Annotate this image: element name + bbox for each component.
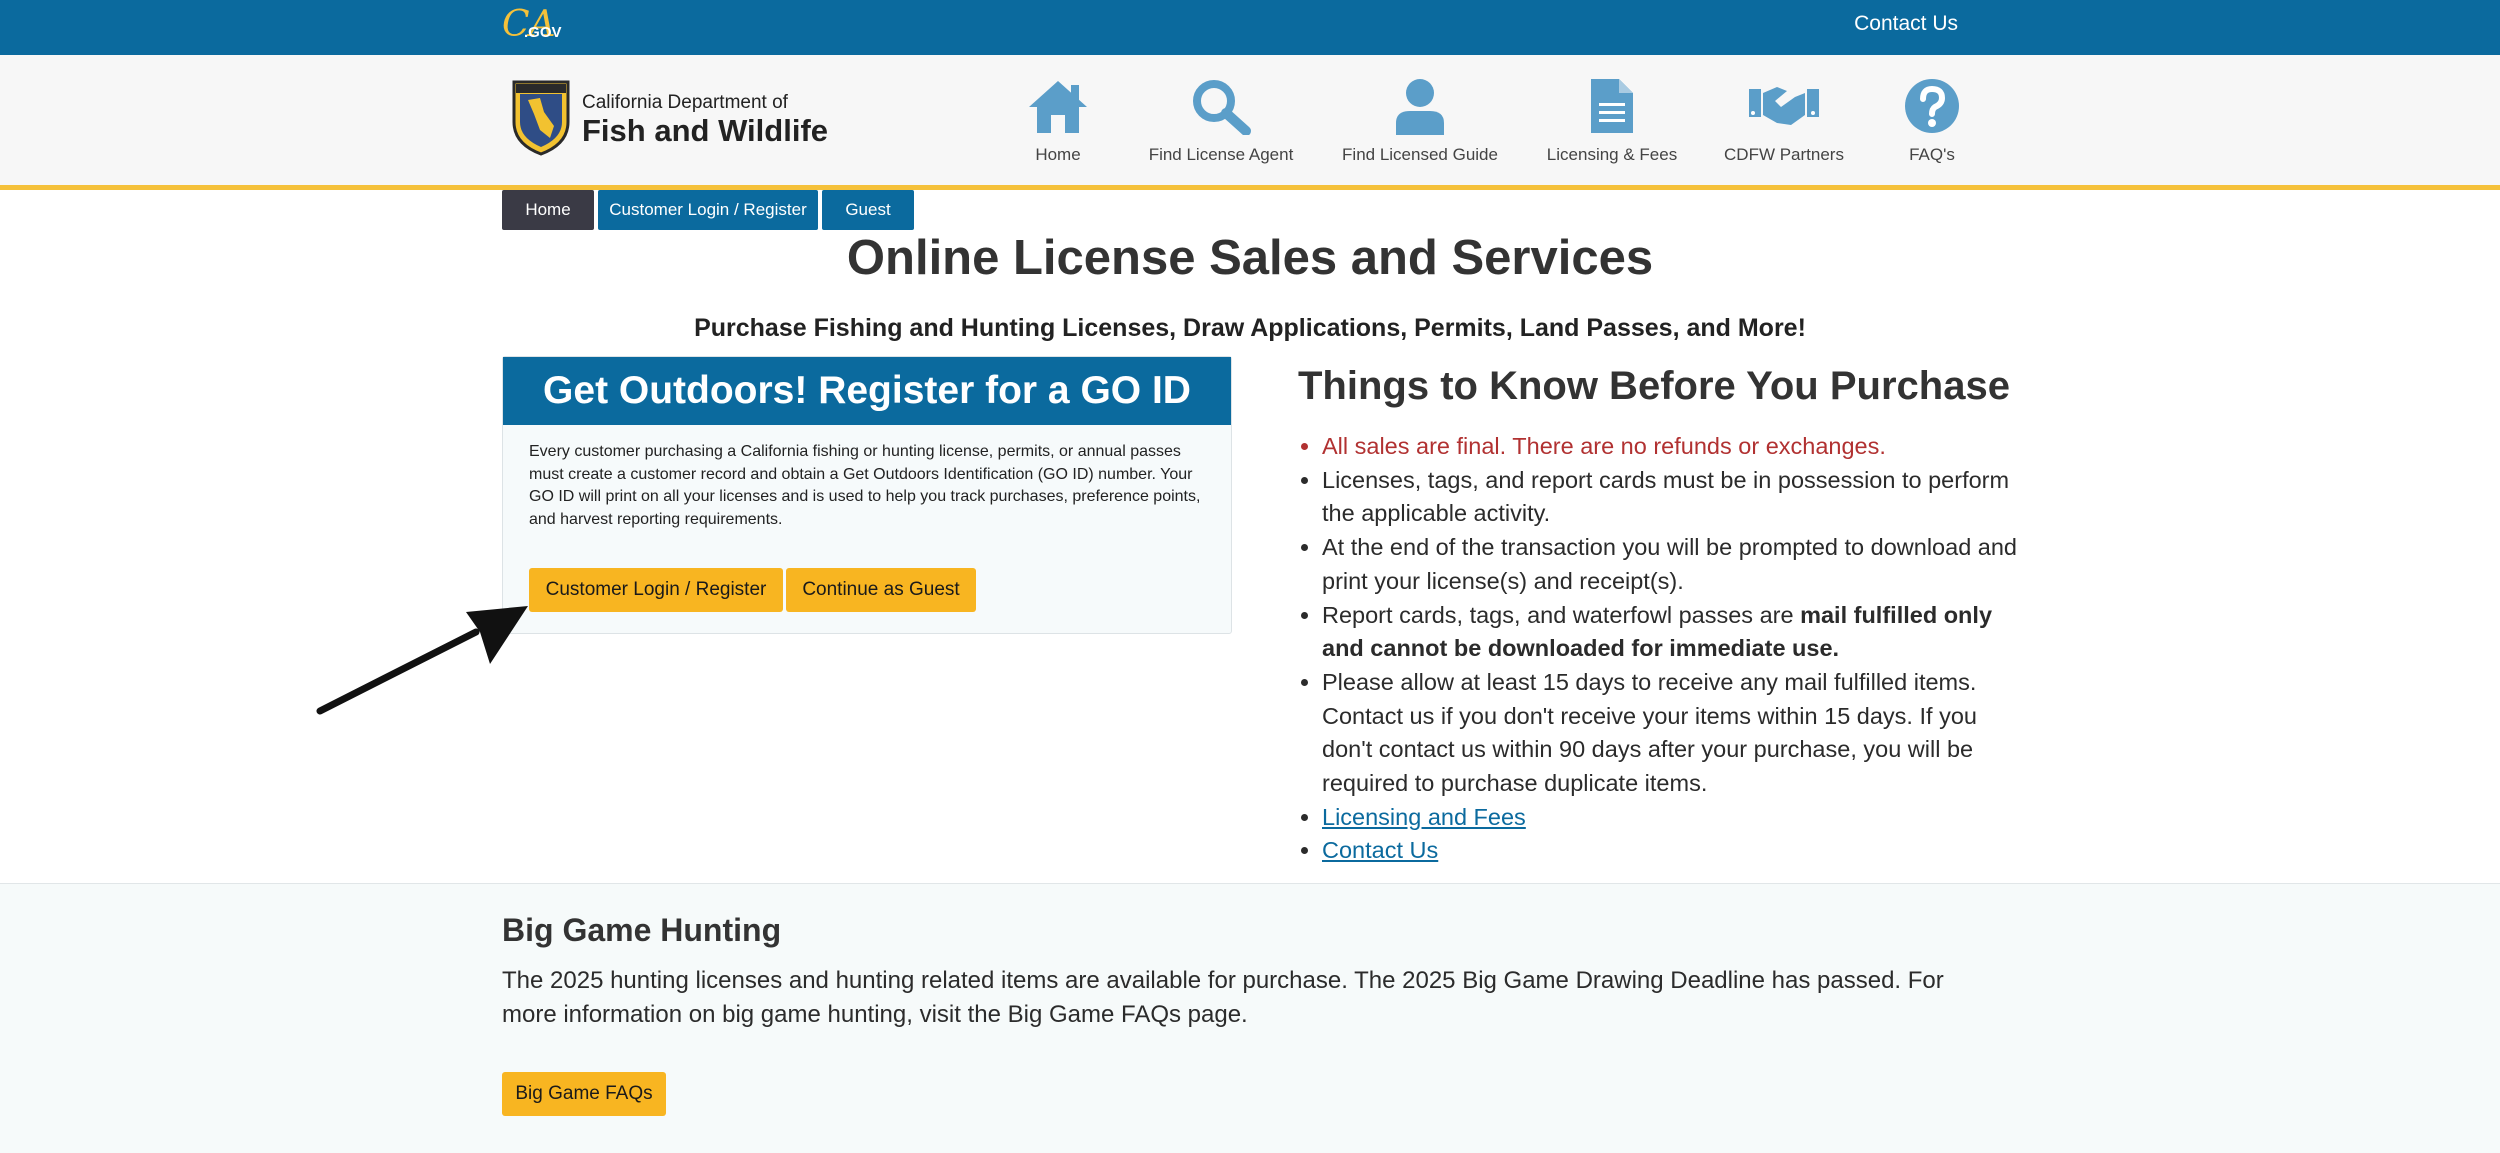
nav-find-license-agent-label: Find License Agent xyxy=(1148,145,1294,164)
register-panel: Get Outdoors! Register for a GO ID Every… xyxy=(502,356,1232,634)
possession-notice: Licenses, tags, and report cards must be… xyxy=(1322,466,2010,527)
question-icon xyxy=(1905,79,1959,133)
big-game-faqs-button[interactable]: Big Game FAQs xyxy=(502,1072,666,1116)
nav-cdfw-partners-label: CDFW Partners xyxy=(1724,145,1844,164)
list-item: Licenses, tags, and report cards must be… xyxy=(1322,464,2022,531)
person-icon xyxy=(1396,79,1444,135)
list-item: Licensing and Fees xyxy=(1322,801,2022,835)
ca-gov-logo[interactable]: CA .GOV xyxy=(502,4,564,48)
list-item: Report cards, tags, and waterfowl passes… xyxy=(1322,599,2022,666)
document-icon xyxy=(1591,79,1633,133)
breadcrumb-guest[interactable]: Guest xyxy=(822,190,914,230)
page-title: Online License Sales and Services xyxy=(846,231,1654,285)
continue-as-guest-button[interactable]: Continue as Guest xyxy=(786,568,976,612)
nav-find-licensed-guide[interactable]: Find Licensed Guide xyxy=(1340,77,1500,165)
annotation-arrow-icon xyxy=(316,606,528,715)
home-icon xyxy=(1029,81,1087,133)
big-game-text: The 2025 hunting licenses and hunting re… xyxy=(502,967,1944,1028)
page-subtitle: Purchase Fishing and Hunting Licenses, D… xyxy=(694,314,1806,342)
logo-department-text: California Department of xyxy=(582,92,788,113)
register-panel-heading: Get Outdoors! Register for a GO ID xyxy=(503,357,1231,425)
nav-home-label: Home xyxy=(1035,145,1081,164)
no-refunds-notice: All sales are final. There are no refund… xyxy=(1322,433,1886,459)
nav-faqs[interactable]: FAQ's xyxy=(1890,77,1974,165)
top-bar: CA .GOV Contact Us xyxy=(0,0,2500,55)
mail-delivery-notice: Please allow at least 15 days to receive… xyxy=(1322,668,1977,797)
cdfw-badge-icon xyxy=(512,80,570,156)
nav-home[interactable]: Home xyxy=(1018,77,1098,165)
things-to-know-title: Things to Know Before You Purchase xyxy=(1298,364,2010,408)
big-game-section: Big Game Hunting The 2025 hunting licens… xyxy=(0,883,2500,1153)
list-item: All sales are final. There are no refund… xyxy=(1322,430,2022,464)
contact-us-list-link[interactable]: Contact Us xyxy=(1322,837,1438,863)
mail-fulfilled-prefix: Report cards, tags, and waterfowl passes… xyxy=(1322,601,1801,628)
nav-find-license-agent[interactable]: Find License Agent xyxy=(1146,77,1296,165)
logo-agency-name: Fish and Wildlife xyxy=(582,113,829,148)
download-notice: At the end of the transaction you will b… xyxy=(1322,534,2018,594)
handshake-icon xyxy=(1749,87,1819,125)
gov-logo-text: .GOV xyxy=(524,24,562,41)
licensing-and-fees-link[interactable]: Licensing and Fees xyxy=(1322,804,1526,830)
register-panel-text: Every customer purchasing a California f… xyxy=(529,443,1201,528)
nav-faqs-label: FAQ's xyxy=(1909,145,1955,164)
big-game-title: Big Game Hunting xyxy=(502,912,782,948)
site-header: California Department of Fish and Wildli… xyxy=(0,55,2500,190)
nav-licensing-fees[interactable]: Licensing & Fees xyxy=(1542,77,1682,165)
nav-find-licensed-guide-label: Find Licensed Guide xyxy=(1342,145,1498,164)
list-item: Please allow at least 15 days to receive… xyxy=(1322,666,2022,801)
breadcrumb-customer-login[interactable]: Customer Login / Register xyxy=(598,190,818,230)
customer-login-register-button[interactable]: Customer Login / Register xyxy=(529,568,783,612)
contact-us-link[interactable]: Contact Us xyxy=(1854,12,1958,36)
list-item: At the end of the transaction you will b… xyxy=(1322,531,2022,598)
breadcrumb-home[interactable]: Home xyxy=(502,190,594,230)
cdfw-logo[interactable]: California Department of Fish and Wildli… xyxy=(510,78,840,158)
list-item: Contact Us xyxy=(1322,834,2022,868)
search-icon xyxy=(1193,80,1251,135)
nav-licensing-fees-label: Licensing & Fees xyxy=(1546,145,1678,164)
things-to-know-list: All sales are final. There are no refund… xyxy=(1298,430,2022,868)
nav-cdfw-partners[interactable]: CDFW Partners xyxy=(1722,77,1846,165)
